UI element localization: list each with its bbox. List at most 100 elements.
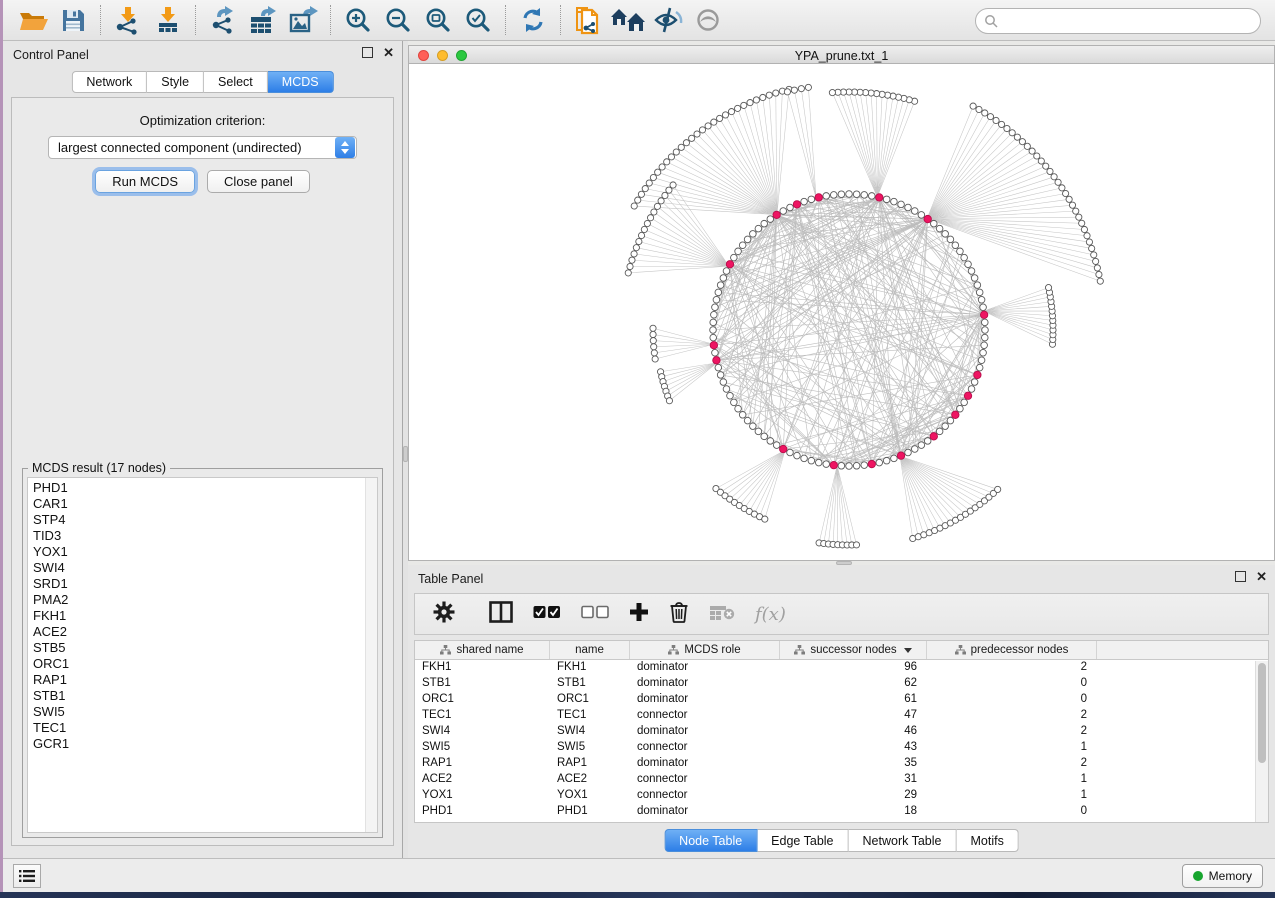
graph-node[interactable]	[861, 462, 868, 469]
mcds-result-item[interactable]: GCR1	[33, 736, 377, 752]
graph-node[interactable]	[711, 119, 717, 125]
graph-node[interactable]	[798, 86, 804, 92]
mcds-result-item[interactable]: STP4	[33, 512, 377, 528]
tab-motifs[interactable]: Motifs	[956, 829, 1018, 852]
graph-node[interactable]	[1024, 143, 1030, 149]
network-window-titlebar[interactable]: YPA_prune.txt_1	[408, 45, 1275, 64]
graph-node[interactable]	[1079, 220, 1085, 226]
graph-node-mcds[interactable]	[876, 194, 883, 201]
mcds-result-item[interactable]: ORC1	[33, 656, 377, 672]
table-row[interactable]: RAP1RAP1dominator352	[415, 756, 1268, 772]
graph-node-mcds[interactable]	[773, 211, 780, 218]
graph-node[interactable]	[633, 245, 639, 251]
graph-node[interactable]	[1091, 252, 1097, 258]
graph-node[interactable]	[924, 438, 931, 445]
graph-node[interactable]	[641, 226, 647, 232]
mcds-result-item[interactable]: CAR1	[33, 496, 377, 512]
search-field[interactable]	[975, 8, 1261, 34]
save-session-button[interactable]	[53, 3, 93, 37]
table-row[interactable]: YOX1YOX1connector291	[415, 788, 1268, 804]
graph-node[interactable]	[761, 433, 768, 440]
graph-node-mcds[interactable]	[924, 215, 931, 222]
graph-node[interactable]	[689, 135, 695, 141]
float-panel-icon[interactable]	[1235, 571, 1246, 582]
graph-node[interactable]	[650, 174, 656, 180]
graph-node[interactable]	[1094, 265, 1100, 271]
graph-node[interactable]	[936, 225, 943, 232]
network-graph[interactable]	[409, 64, 1275, 561]
graph-node[interactable]	[971, 275, 978, 282]
graph-node[interactable]	[766, 92, 772, 98]
graph-node[interactable]	[1066, 196, 1072, 202]
optimization-criterion-select[interactable]: largest connected component (undirected)	[48, 136, 357, 159]
graph-node[interactable]	[717, 115, 723, 121]
graph-node[interactable]	[970, 103, 976, 109]
mcds-result-item[interactable]: TEC1	[33, 720, 377, 736]
graph-node[interactable]	[651, 344, 657, 350]
graph-node[interactable]	[957, 248, 964, 255]
graph-node[interactable]	[664, 159, 670, 165]
deselect-all-rows-button[interactable]	[581, 605, 609, 624]
graph-node[interactable]	[961, 399, 968, 406]
graph-node[interactable]	[801, 455, 808, 462]
graph-node[interactable]	[1081, 226, 1087, 232]
graph-node[interactable]	[651, 350, 657, 356]
graph-node[interactable]	[627, 263, 633, 269]
add-column-button[interactable]	[629, 602, 649, 627]
graph-node[interactable]	[720, 379, 727, 386]
graph-node[interactable]	[739, 411, 746, 418]
graph-node[interactable]	[635, 197, 641, 203]
graph-node[interactable]	[638, 232, 644, 238]
graph-node[interactable]	[715, 364, 722, 371]
graph-node[interactable]	[853, 462, 860, 469]
zoom-fit-button[interactable]	[418, 3, 458, 37]
graph-node[interactable]	[1086, 239, 1092, 245]
graph-node[interactable]	[762, 516, 768, 522]
graph-node[interactable]	[652, 356, 658, 362]
graph-node[interactable]	[699, 127, 705, 133]
export-network-button[interactable]	[203, 3, 243, 37]
graph-node[interactable]	[1096, 271, 1102, 277]
graph-node[interactable]	[650, 337, 656, 343]
graph-node[interactable]	[830, 192, 837, 199]
graph-node[interactable]	[947, 417, 954, 424]
table-scrollbar[interactable]	[1255, 661, 1268, 822]
graph-node[interactable]	[853, 542, 859, 548]
graph-node[interactable]	[968, 386, 975, 393]
graph-node[interactable]	[731, 399, 738, 406]
graph-node[interactable]	[662, 192, 668, 198]
network-file-button[interactable]	[568, 3, 608, 37]
mcds-result-item[interactable]: PMA2	[33, 592, 377, 608]
graph-node[interactable]	[735, 405, 742, 412]
mcds-result-item[interactable]: SWI4	[33, 560, 377, 576]
mcds-result-item[interactable]: ACE2	[33, 624, 377, 640]
graph-node[interactable]	[723, 268, 730, 275]
graph-node[interactable]	[711, 311, 718, 318]
table-row[interactable]: FKH1FKH1dominator962	[415, 660, 1268, 676]
float-panel-icon[interactable]	[362, 47, 373, 58]
graph-node[interactable]	[773, 90, 779, 96]
mcds-result-list[interactable]: PHD1CAR1STP4TID3YOX1SWI4SRD1PMA2FKH1ACE2…	[27, 477, 378, 833]
graph-node[interactable]	[712, 304, 719, 311]
graph-node[interactable]	[965, 261, 972, 268]
zoom-out-button[interactable]	[378, 3, 418, 37]
graph-node[interactable]	[883, 457, 890, 464]
graph-node[interactable]	[739, 242, 746, 249]
graph-node-mcds[interactable]	[710, 342, 717, 349]
graph-node[interactable]	[723, 386, 730, 393]
tab-select[interactable]: Select	[204, 71, 268, 93]
graph-node-mcds[interactable]	[952, 411, 959, 418]
graph-node[interactable]	[974, 282, 981, 289]
graph-node[interactable]	[638, 191, 644, 197]
graph-node[interactable]	[787, 449, 794, 456]
graph-node[interactable]	[861, 192, 868, 199]
close-panel-button[interactable]: Close panel	[207, 170, 310, 193]
graph-node[interactable]	[755, 225, 762, 232]
graph-node[interactable]	[722, 112, 728, 118]
graph-node[interactable]	[670, 182, 676, 188]
graph-node[interactable]	[995, 486, 1001, 492]
graph-node[interactable]	[980, 349, 987, 356]
graph-node[interactable]	[905, 204, 912, 211]
graph-node[interactable]	[801, 198, 808, 205]
graph-node[interactable]	[760, 94, 766, 100]
